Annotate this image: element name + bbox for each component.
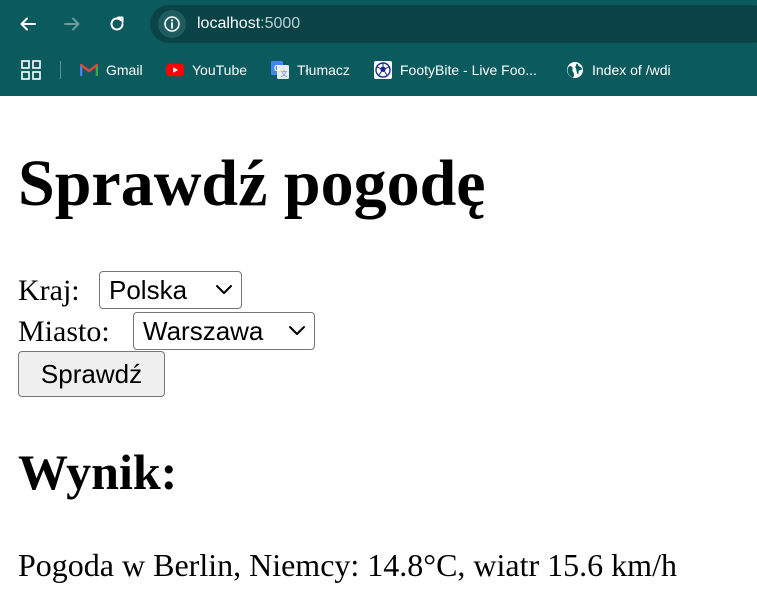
- bookmark-label: Index of /wdi: [592, 62, 671, 78]
- bookmark-footybite[interactable]: FootyBite - Live Foo...: [374, 59, 537, 81]
- check-weather-button[interactable]: Sprawdź: [18, 351, 165, 397]
- reload-button[interactable]: [103, 10, 131, 38]
- google-translate-icon: G 文: [271, 61, 289, 79]
- address-bar[interactable]: localhost:5000: [150, 5, 757, 43]
- arrow-left-icon: [20, 17, 36, 31]
- arrow-right-icon: [64, 17, 80, 31]
- chevron-down-icon: [216, 285, 232, 294]
- soccer-ball-icon: [374, 61, 392, 79]
- gmail-icon: [80, 61, 98, 79]
- bookmark-label: Tłumacz: [297, 62, 350, 78]
- bookmarks-bar: Gmail YouTube G 文 Tłumacz FootyBite - Li…: [0, 48, 757, 92]
- bookmark-label: YouTube: [192, 62, 248, 78]
- info-icon: [164, 16, 180, 32]
- bookmark-index-wdi[interactable]: Index of /wdi: [566, 59, 671, 81]
- apps-grid-icon: [21, 60, 41, 80]
- reload-icon: [110, 16, 124, 31]
- city-select-value: Warszawa: [143, 315, 264, 346]
- weather-result-text: Pogoda w Berlin, Niemcy: 14.8°C, wiatr 1…: [18, 547, 677, 583]
- page-title: Sprawdź pogodę: [18, 147, 486, 220]
- url-port: :5000: [260, 15, 301, 32]
- back-button[interactable]: [14, 10, 42, 38]
- site-info-button[interactable]: [158, 10, 186, 38]
- chevron-down-icon: [289, 326, 305, 335]
- country-select-value: Polska: [109, 274, 188, 305]
- svg-text:文: 文: [281, 69, 288, 78]
- browser-toolbar: localhost:5000: [0, 0, 757, 48]
- bookmarks-separator: [60, 61, 61, 79]
- country-select[interactable]: Polska: [99, 271, 242, 309]
- youtube-icon: [166, 61, 184, 79]
- globe-icon: [566, 61, 584, 79]
- bookmark-translate[interactable]: G 文 Tłumacz: [271, 59, 350, 81]
- page-content: Sprawdź pogodę Kraj: Polska Miasto: Wars…: [0, 96, 757, 611]
- url-text: localhost:5000: [197, 15, 300, 33]
- country-label: Kraj:: [18, 274, 80, 307]
- bookmark-gmail[interactable]: Gmail: [80, 59, 143, 81]
- browser-chrome: localhost:5000 Gmail YouTube G 文 Tłumacz…: [0, 0, 757, 96]
- apps-button[interactable]: [20, 59, 42, 81]
- bookmark-label: Gmail: [106, 62, 143, 78]
- url-host: localhost: [197, 15, 261, 32]
- city-label: Miasto:: [18, 315, 110, 348]
- svg-text:G: G: [274, 64, 280, 73]
- forward-button[interactable]: [58, 10, 86, 38]
- bookmark-label: FootyBite - Live Foo...: [400, 62, 537, 78]
- city-select[interactable]: Warszawa: [133, 312, 315, 350]
- bookmark-youtube[interactable]: YouTube: [166, 59, 247, 81]
- result-heading: Wynik:: [18, 444, 178, 500]
